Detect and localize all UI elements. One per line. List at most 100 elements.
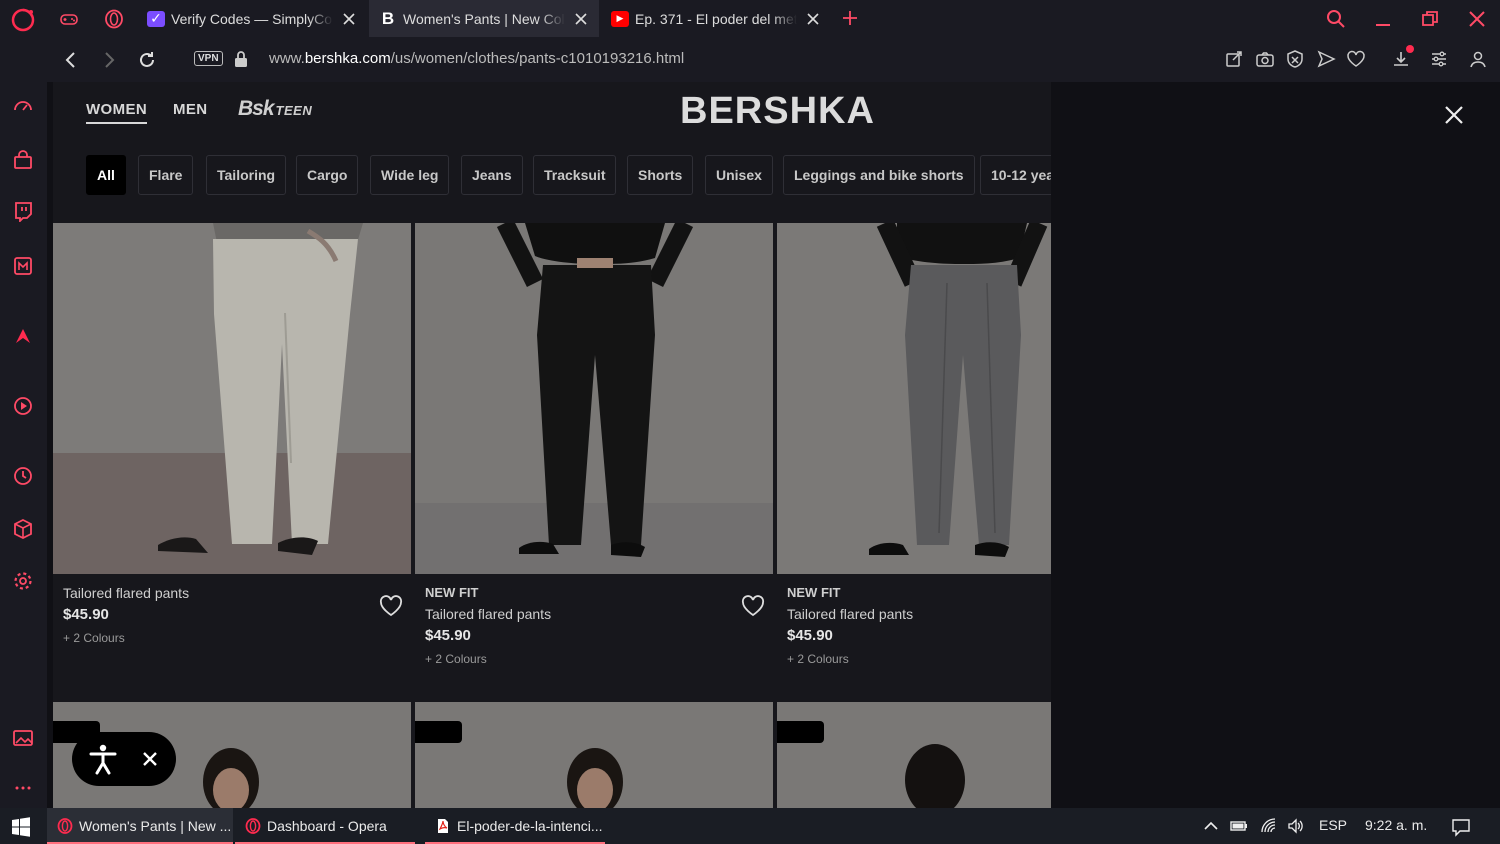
close-tab-icon[interactable]	[573, 11, 589, 27]
url-prefix: www.	[269, 50, 305, 67]
wifi-icon[interactable]	[1260, 817, 1278, 835]
battery-icon[interactable]	[1230, 817, 1248, 835]
nav-women[interactable]: WOMEN	[86, 101, 148, 124]
filter-chip-jeans[interactable]: Jeans	[461, 155, 523, 195]
windows-start-icon[interactable]	[11, 817, 31, 837]
tab-title: Women's Pants | New Collection	[403, 10, 565, 27]
wallpaper-gallery-icon[interactable]	[12, 727, 34, 749]
opera-menu-icon[interactable]	[10, 7, 36, 33]
player-icon[interactable]	[12, 395, 34, 417]
taskbar-label: Dashboard - Opera	[267, 818, 387, 834]
taskbar-label: El-poder-de-la-intenci...	[457, 818, 603, 834]
product-name[interactable]: Tailored flared pants	[425, 606, 763, 622]
favorites-heart-icon[interactable]	[1346, 49, 1366, 69]
gx-control-icon[interactable]	[12, 255, 34, 277]
vpn-badge[interactable]: VPN	[194, 51, 223, 66]
model-photo	[567, 748, 623, 808]
product-price: $45.90	[425, 627, 471, 644]
volume-icon[interactable]	[1287, 817, 1305, 835]
filter-chip-tracksuit[interactable]: Tracksuit	[533, 155, 617, 195]
product-photo-black-pants	[415, 223, 773, 574]
history-clock-icon[interactable]	[12, 465, 34, 487]
system-clock[interactable]: 9:22 a. m.	[1365, 817, 1427, 833]
product-card[interactable]: NEW FIT Tailored flared pants $45.90 + 2…	[777, 223, 1051, 702]
filter-chip-shorts[interactable]: Shorts	[627, 155, 694, 195]
filter-chip-unisex[interactable]: Unisex	[705, 155, 773, 195]
wishlist-heart-icon[interactable]	[379, 595, 403, 617]
shopping-bag-icon[interactable]	[12, 149, 34, 171]
tab-bar: ✓ Verify Codes — SimplyCodes B Women's P…	[0, 0, 1500, 37]
url-domain: bershka.com	[304, 50, 391, 67]
url-field[interactable]: www.bershka.com/us/women/clothes/pants-c…	[269, 50, 684, 67]
close-tab-icon[interactable]	[341, 11, 357, 27]
accessibility-icon[interactable]	[86, 742, 120, 776]
nav-men[interactable]: MEN	[173, 101, 208, 118]
opera-gx-icon[interactable]	[104, 9, 124, 29]
product-colours: + 2 Colours	[425, 652, 487, 666]
model-photo	[905, 744, 965, 808]
filter-chip-cargo[interactable]: Cargo	[296, 155, 359, 195]
product-card[interactable]: NEW FIT Tailored flared pants $45.90 + 2…	[415, 223, 773, 702]
speed-dial-gauge-icon[interactable]	[12, 95, 34, 117]
input-language[interactable]: ESP	[1319, 817, 1347, 833]
tab-youtube[interactable]: ▶ Ep. 371 - El poder del metal	[601, 0, 831, 37]
pdf-icon	[438, 819, 448, 833]
extensions-cube-icon[interactable]	[12, 518, 34, 540]
reload-icon[interactable]	[136, 49, 158, 71]
opera-icon	[245, 818, 261, 834]
opera-icon	[57, 818, 73, 834]
close-window-icon[interactable]	[1466, 8, 1488, 30]
filter-chip-wide-leg[interactable]: Wide leg	[370, 155, 450, 195]
gx-corner-icon[interactable]	[12, 325, 34, 347]
edit-share-icon[interactable]	[1224, 49, 1244, 69]
filter-chip-flare[interactable]: Flare	[138, 155, 194, 195]
filter-chip-all[interactable]: All	[86, 155, 126, 195]
taskbar-label: Women's Pants | New ...	[79, 818, 232, 834]
notification-center-icon[interactable]	[1451, 817, 1471, 837]
taskbar-opera-bershka[interactable]: Women's Pants | New ...	[47, 808, 233, 844]
accessibility-widget[interactable]	[72, 732, 176, 786]
chevron-up-icon[interactable]	[1202, 817, 1220, 835]
tab-simplycodes[interactable]: ✓ Verify Codes — SimplyCodes	[137, 0, 367, 37]
wishlist-heart-icon[interactable]	[741, 595, 765, 617]
adblock-shield-icon[interactable]	[1285, 49, 1305, 69]
filter-chip-tailoring[interactable]: Tailoring	[206, 155, 287, 195]
close-widget-icon[interactable]	[141, 750, 159, 768]
product-colours: + 2 Colours	[63, 631, 125, 645]
send-icon[interactable]	[1316, 49, 1336, 69]
close-menu-icon[interactable]	[1442, 103, 1466, 127]
new-tab-icon[interactable]	[840, 8, 860, 28]
close-tab-icon[interactable]	[805, 11, 821, 27]
product-name[interactable]: Tailored flared pants	[787, 606, 1041, 622]
bershka-b-icon: B	[381, 8, 395, 28]
gamepad-icon[interactable]	[59, 9, 79, 29]
product-card-row2[interactable]	[777, 702, 1051, 808]
product-image[interactable]	[53, 223, 411, 574]
filter-chip-10-12-years[interactable]: 10-12 yea	[980, 155, 1051, 195]
twitch-icon[interactable]	[12, 200, 34, 222]
easy-setup-icon[interactable]	[1429, 49, 1449, 69]
tab-bershka[interactable]: B Women's Pants | New Collection	[369, 0, 599, 37]
taskbar-opera-dashboard[interactable]: Dashboard - Opera	[235, 808, 415, 844]
product-name[interactable]: Tailored flared pants	[63, 585, 401, 601]
settings-gear-icon[interactable]	[12, 570, 34, 592]
forward-icon[interactable]	[98, 49, 120, 71]
minimize-icon[interactable]	[1372, 8, 1394, 30]
product-tag	[777, 721, 824, 743]
search-tabs-icon[interactable]	[1325, 8, 1347, 30]
brand-logo[interactable]: BERSHKA	[680, 90, 875, 133]
restore-icon[interactable]	[1419, 8, 1441, 30]
back-icon[interactable]	[60, 49, 82, 71]
product-card-row2[interactable]	[415, 702, 773, 808]
more-options-icon[interactable]	[12, 777, 34, 799]
product-image[interactable]	[415, 223, 773, 574]
filter-chip-leggings[interactable]: Leggings and bike shorts	[783, 155, 975, 195]
camera-icon[interactable]	[1255, 49, 1275, 69]
product-meta: NEW FIT Tailored flared pants $45.90 + 2…	[787, 585, 1041, 666]
lock-icon[interactable]	[234, 50, 248, 68]
taskbar-pdf[interactable]: El-poder-de-la-intenci...	[425, 808, 605, 844]
product-image[interactable]	[777, 223, 1051, 574]
product-card[interactable]: Tailored flared pants $45.90 + 2 Colours	[53, 223, 411, 702]
profile-icon[interactable]	[1468, 49, 1488, 69]
nav-bsk-teen-logo[interactable]: Bsk TEEN	[238, 97, 312, 121]
